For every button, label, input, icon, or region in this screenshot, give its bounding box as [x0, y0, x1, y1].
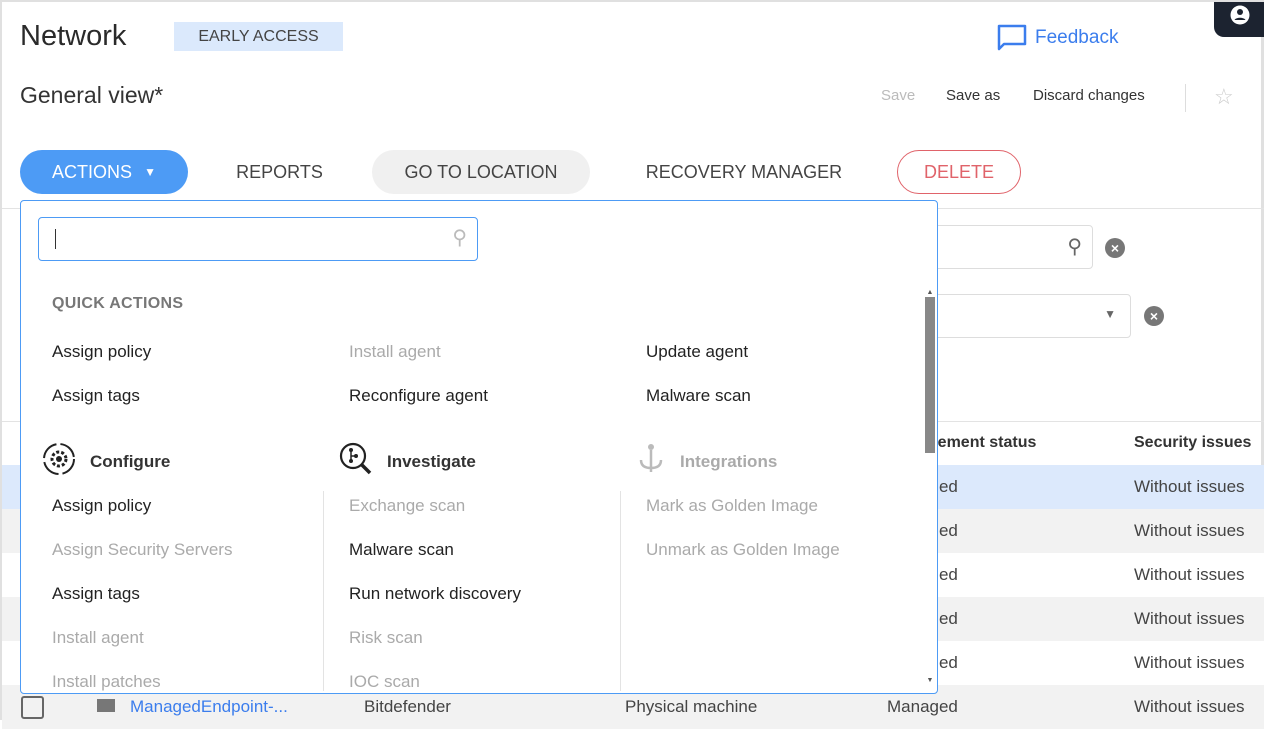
action-item[interactable]: Risk scan [349, 628, 423, 648]
action-item[interactable]: Exchange scan [349, 496, 465, 516]
quick-action-item[interactable]: Assign tags [52, 386, 140, 406]
scrollbar-thumb[interactable] [925, 297, 935, 453]
actions-dropdown: ⚲ QUICK ACTIONS Assign policy Install age… [20, 200, 938, 694]
reports-button[interactable]: REPORTS [217, 150, 342, 194]
search-icon: ⚲ [452, 227, 467, 249]
actions-search-input[interactable]: ⚲ [38, 217, 478, 261]
section-title: Integrations [680, 451, 778, 471]
quick-action-item[interactable]: Reconfigure agent [349, 386, 488, 406]
quick-action-item[interactable]: Update agent [646, 342, 748, 362]
action-item[interactable]: Install agent [52, 628, 144, 648]
search-icon: ⚲ [1067, 236, 1082, 258]
view-name: General view* [20, 82, 164, 108]
divider [323, 491, 324, 691]
clear-filter-icon[interactable]: × [1105, 238, 1125, 258]
action-item[interactable]: Assign Security Servers [52, 540, 232, 560]
save-button[interactable]: Save [881, 87, 915, 104]
chat-icon [997, 24, 1027, 51]
security-issues-cell: Without issues [1134, 697, 1245, 716]
quick-action-item[interactable]: Malware scan [646, 386, 751, 406]
recovery-manager-button[interactable]: RECOVERY MANAGER [620, 150, 868, 194]
type-cell: Physical machine [625, 697, 758, 716]
user-menu-button[interactable] [1214, 2, 1264, 37]
feedback-label: Feedback [1035, 27, 1119, 48]
early-access-badge: EARLY ACCESS [174, 22, 343, 51]
save-as-button[interactable]: Save as [946, 87, 1000, 104]
quick-action-item[interactable]: Install agent [349, 342, 441, 362]
clear-filter-icon[interactable]: × [1144, 306, 1164, 326]
action-item[interactable]: Run network discovery [349, 584, 521, 604]
action-item[interactable]: Assign policy [52, 496, 151, 516]
caret-down-icon: ▼ [144, 165, 156, 179]
section-configure: Configure [42, 442, 170, 481]
favorite-star-icon[interactable]: ☆ [1214, 84, 1234, 110]
delete-button[interactable]: DELETE [897, 150, 1021, 194]
section-title: Configure [90, 451, 171, 471]
divider [1185, 84, 1186, 112]
security-issues-cell: Without issues [1134, 653, 1245, 672]
text-cursor [55, 229, 56, 249]
quick-actions-heading: QUICK ACTIONS [52, 295, 184, 312]
security-issues-cell: Without issues [1134, 609, 1245, 628]
management-status-cell: Managed [887, 697, 958, 716]
section-integrations: Integrations [636, 442, 777, 481]
section-investigate: Investigate [339, 442, 476, 481]
divider [620, 491, 621, 691]
security-issues-cell: Without issues [1134, 521, 1245, 540]
action-item[interactable]: IOC scan [349, 672, 420, 692]
discard-changes-button[interactable]: Discard changes [1033, 87, 1145, 104]
action-item[interactable]: Install patches [52, 672, 161, 692]
row-checkbox[interactable] [21, 696, 44, 719]
endpoint-name-link[interactable]: ManagedEndpoint-... [130, 697, 288, 717]
computer-icon [97, 699, 115, 712]
security-issues-cell: Without issues [1134, 565, 1245, 584]
actions-button[interactable]: ACTIONS ▼ [20, 150, 188, 194]
feedback-link[interactable]: Feedback [997, 24, 1118, 52]
action-item[interactable]: Mark as Golden Image [646, 496, 818, 516]
action-item[interactable]: Assign tags [52, 584, 140, 604]
gear-icon [42, 442, 76, 481]
section-title: Investigate [387, 451, 476, 471]
user-icon [1230, 5, 1250, 25]
vendor-cell: Bitdefender [364, 697, 451, 716]
investigate-icon [339, 442, 373, 481]
security-issues-cell: Without issues [1134, 477, 1245, 496]
caret-down-icon: ▼ [1104, 307, 1116, 321]
action-item[interactable]: Unmark as Golden Image [646, 540, 840, 560]
actions-label: ACTIONS [52, 161, 133, 182]
column-header-security-issues[interactable]: Security issues [1134, 434, 1251, 452]
action-item[interactable]: Malware scan [349, 540, 454, 560]
quick-action-item[interactable]: Assign policy [52, 342, 151, 362]
go-to-location-button[interactable]: GO TO LOCATION [372, 150, 590, 194]
dropdown-scrollbar[interactable]: ▲ ▼ [925, 289, 935, 684]
integrations-icon [636, 442, 666, 481]
page-title: Network [20, 20, 127, 52]
